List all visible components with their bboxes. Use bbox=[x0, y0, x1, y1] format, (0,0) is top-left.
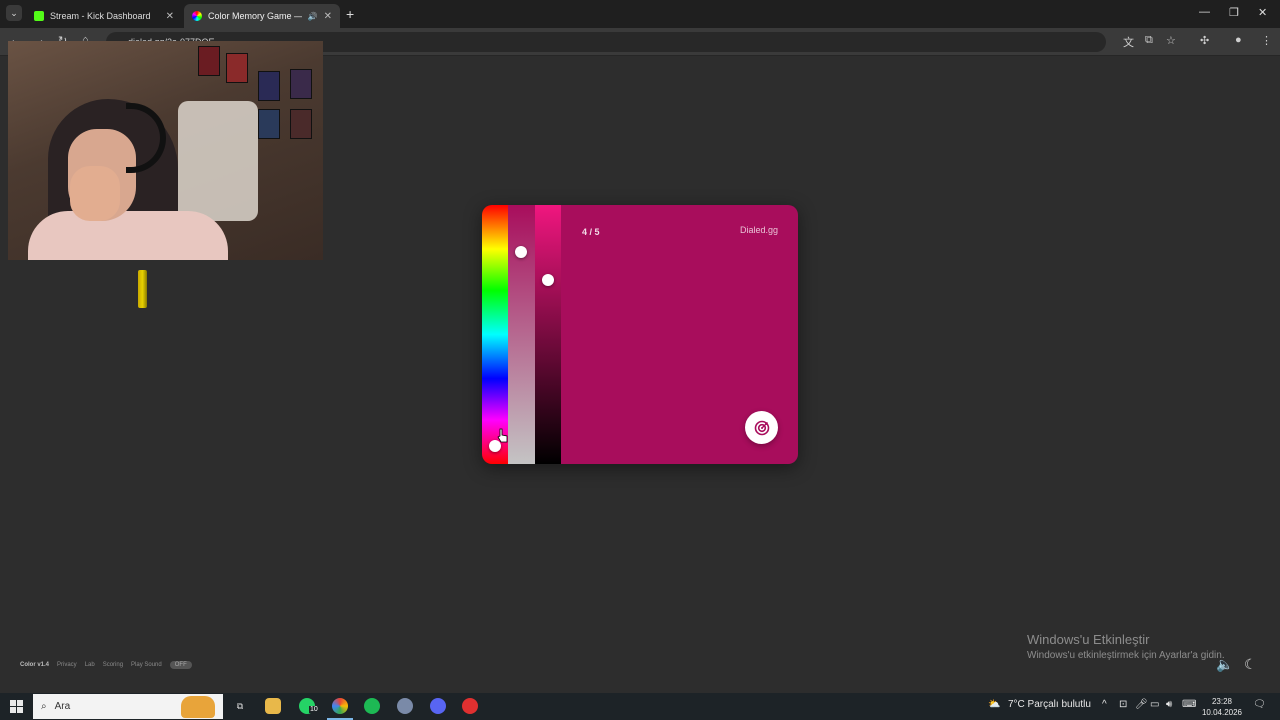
tab-kick-dashboard[interactable]: Stream - Kick Dashboard ✕ bbox=[26, 4, 182, 28]
close-window-button[interactable]: ✕ bbox=[1258, 6, 1267, 19]
sound-icon[interactable]: 🔈 bbox=[1216, 656, 1233, 673]
extensions-icon[interactable]: ✣ bbox=[1200, 34, 1209, 47]
discord-icon[interactable] bbox=[430, 698, 446, 714]
windows-start-icon[interactable] bbox=[10, 700, 23, 713]
spotify-icon[interactable] bbox=[364, 698, 380, 714]
close-tab-icon[interactable]: ✕ bbox=[166, 11, 174, 22]
file-explorer-icon[interactable] bbox=[265, 698, 281, 714]
wall-poster bbox=[258, 71, 280, 101]
search-placeholder: Ara bbox=[54, 701, 71, 712]
moon-icon[interactable]: ☾ bbox=[1244, 656, 1257, 673]
footer-link-scoring[interactable]: Scoring bbox=[103, 662, 123, 668]
search-icon: ⌕ bbox=[41, 701, 47, 712]
chrome-icon[interactable] bbox=[332, 698, 348, 714]
browser-tab-bar: ⌄ Stream - Kick Dashboard ✕ Color Memory… bbox=[0, 0, 1280, 28]
microphone-icon[interactable]: 🎤︎ bbox=[1135, 699, 1148, 710]
install-app-icon[interactable]: ⧉ bbox=[1145, 34, 1153, 47]
translate-icon[interactable]: 文 bbox=[1123, 34, 1134, 50]
weather-icon: ⛅ bbox=[988, 699, 1001, 710]
network-icon[interactable]: ⊡ bbox=[1119, 699, 1127, 710]
overlay-widget bbox=[138, 270, 147, 308]
kick-icon bbox=[34, 11, 44, 21]
wall-poster bbox=[290, 69, 312, 99]
app-icon[interactable] bbox=[397, 698, 413, 714]
version-label: Color v1.4 bbox=[20, 662, 50, 668]
brightness-slider-handle[interactable] bbox=[542, 274, 554, 287]
brand-label: Dialed.gg bbox=[739, 225, 778, 235]
speaker-icon[interactable]: 🔊 bbox=[308, 12, 318, 21]
taskbar-search-box[interactable]: ⌕ Ara bbox=[33, 694, 223, 719]
footer-link-play-sound[interactable]: Play Sound bbox=[131, 662, 162, 668]
sound-toggle[interactable]: OFF bbox=[169, 661, 192, 669]
volume-icon[interactable]: 🔊︎ bbox=[1166, 699, 1172, 710]
streamer-hand bbox=[70, 166, 120, 221]
footer-link-privacy[interactable]: Privacy bbox=[57, 662, 77, 668]
activation-subtitle: Windows'u etkinleştirmek için Ayarlar'a … bbox=[1027, 650, 1225, 661]
tab-label: Color Memory Game — Ho bbox=[208, 11, 302, 21]
hue-slider[interactable] bbox=[482, 205, 508, 464]
search-highlight-image bbox=[181, 695, 215, 718]
submit-guess-button[interactable] bbox=[745, 411, 778, 444]
whatsapp-badge: 10 bbox=[309, 706, 319, 713]
minimize-button[interactable]: — bbox=[1199, 6, 1210, 18]
notification-icon[interactable]: 🗨︎ bbox=[1253, 699, 1266, 710]
windows-activation-watermark: Windows'u Etkinleştir Windows'u etkinleş… bbox=[1027, 632, 1225, 661]
bookmark-star-icon[interactable]: ☆ bbox=[1166, 34, 1176, 47]
wall-poster bbox=[258, 109, 280, 139]
streaming-app-icon[interactable] bbox=[462, 698, 478, 714]
wall-poster bbox=[290, 109, 312, 139]
tab-search-button[interactable]: ⌄ bbox=[6, 5, 22, 21]
brightness-slider[interactable] bbox=[535, 205, 561, 464]
webcam-overlay bbox=[8, 41, 323, 260]
weather-label[interactable]: 7°C Parçalı bulutlu bbox=[1008, 699, 1091, 710]
menu-kebab-icon[interactable]: ⋮ bbox=[1261, 34, 1272, 47]
saturation-slider[interactable] bbox=[508, 205, 535, 464]
streamer-shirt bbox=[28, 211, 228, 260]
activation-title: Windows'u Etkinleştir bbox=[1027, 632, 1150, 647]
wall-poster bbox=[198, 46, 220, 76]
new-tab-button[interactable]: + bbox=[346, 6, 354, 22]
whatsapp-icon[interactable]: 10 bbox=[299, 698, 319, 714]
round-counter: 4 / 5 bbox=[582, 227, 600, 237]
color-game-card: 4 / 5 Dialed.gg bbox=[482, 205, 798, 464]
task-view-icon[interactable]: ⧉ bbox=[232, 698, 248, 714]
chevron-up-icon[interactable]: ^ bbox=[1102, 699, 1107, 710]
windows-taskbar: ⌕ Ara ⧉ 10 ⛅ 7°C Parçalı bulutlu ^ ⊡ 🎤︎ … bbox=[0, 693, 1280, 720]
chair bbox=[178, 101, 258, 221]
target-icon bbox=[754, 420, 769, 435]
wall-poster bbox=[226, 53, 248, 83]
footer-link-lab[interactable]: Lab bbox=[85, 662, 95, 668]
keyboard-icon[interactable]: ⌨ bbox=[1182, 699, 1196, 710]
color-wheel-icon bbox=[192, 11, 202, 21]
close-tab-icon[interactable]: ✕ bbox=[324, 11, 332, 22]
clock-time: 23:28 bbox=[1211, 697, 1233, 706]
game-footer: Color v1.4 Privacy Lab Scoring Play Soun… bbox=[20, 661, 192, 669]
monitor-icon[interactable]: ▭ bbox=[1150, 699, 1159, 710]
hand-cursor-icon bbox=[497, 428, 508, 443]
profile-avatar-icon[interactable]: ● bbox=[1235, 34, 1242, 46]
saturation-slider-handle[interactable] bbox=[515, 245, 527, 258]
clock-date: 10.04.2026 bbox=[1201, 708, 1243, 717]
tab-color-memory-game[interactable]: Color Memory Game — Ho 🔊 ✕ bbox=[184, 4, 340, 28]
taskbar-clock[interactable]: 23:28 10.04.2026 bbox=[1199, 696, 1245, 718]
restore-button[interactable]: ❐ bbox=[1229, 6, 1239, 19]
tab-label: Stream - Kick Dashboard bbox=[50, 11, 151, 21]
